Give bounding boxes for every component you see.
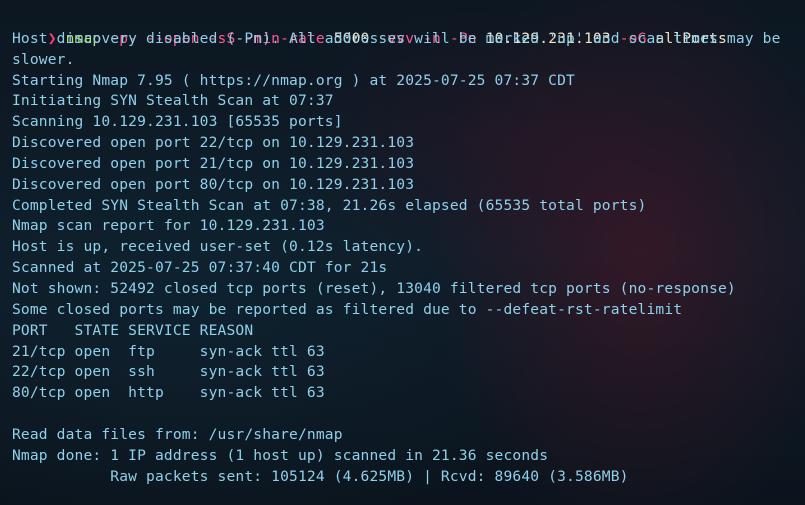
output-line: Scanned at 2025-07-25 07:37:40 CDT for 2…: [12, 259, 388, 277]
output-line: PORT STATE SERVICE REASON: [12, 321, 254, 339]
output-line: 22/tcp open ssh syn-ack ttl 63: [12, 363, 325, 381]
prompt-line: ❯ nmap -p- --open -sS -min-rate 5000 -vv…: [12, 8, 797, 47]
command-output: Host discovery disabled (-Pn). All addre…: [12, 29, 797, 488]
output-line: Some closed ports may be reported as fil…: [12, 300, 683, 318]
output-line: Completed SYN Stealth Scan at 07:38, 21.…: [12, 196, 647, 214]
output-line: Raw packets sent: 105124 (4.625MB) | Rcv…: [12, 467, 629, 485]
output-line: 21/tcp open ftp syn-ack ttl 63: [12, 342, 325, 360]
output-line: Host is up, received user-set (0.12s lat…: [12, 238, 424, 256]
output-line: Starting Nmap 7.95 ( https://nmap.org ) …: [12, 71, 575, 89]
output-line: Discovered open port 22/tcp on 10.129.23…: [12, 134, 415, 152]
output-line: Read data files from: /usr/share/nmap: [12, 425, 343, 443]
output-line: Discovered open port 80/tcp on 10.129.23…: [12, 175, 415, 193]
output-line: Scanning 10.129.231.103 [65535 ports]: [12, 113, 343, 131]
output-line: 80/tcp open http syn-ack ttl 63: [12, 384, 325, 402]
output-line: Host discovery disabled (-Pn). All addre…: [12, 29, 781, 68]
output-line: Nmap done: 1 IP address (1 host up) scan…: [12, 446, 549, 464]
output-line: Not shown: 52492 closed tcp ports (reset…: [12, 279, 736, 297]
output-line: Nmap scan report for 10.129.231.103: [12, 217, 325, 235]
terminal-output[interactable]: ❯ nmap -p- --open -sS -min-rate 5000 -vv…: [12, 8, 797, 487]
output-line: Initiating SYN Stealth Scan at 07:37: [12, 92, 334, 110]
output-line: Discovered open port 21/tcp on 10.129.23…: [12, 154, 415, 172]
